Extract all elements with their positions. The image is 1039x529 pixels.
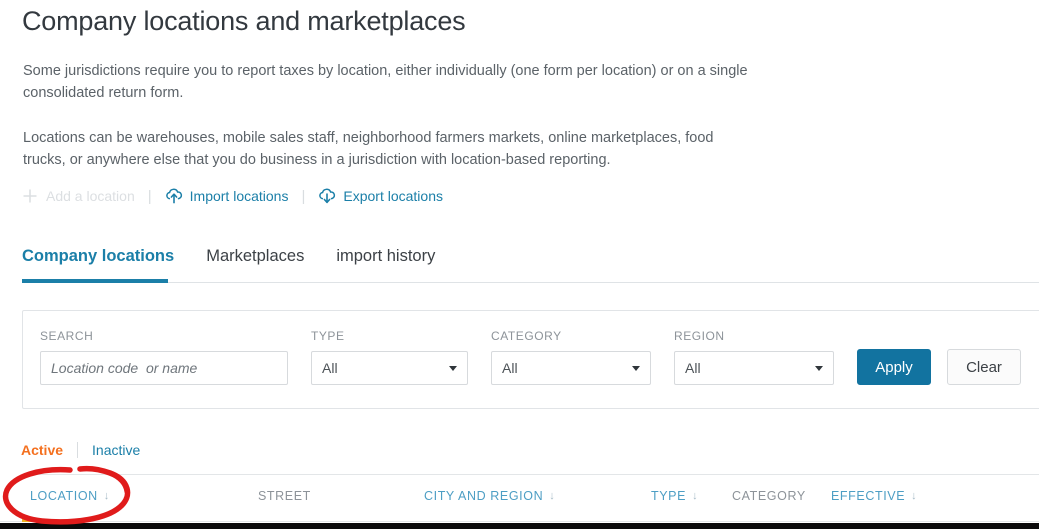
intro-paragraph-1: Some jurisdictions require you to report… xyxy=(23,63,748,101)
region-select-value: All xyxy=(685,360,701,376)
tab-bar: Company locations Marketplaces import hi… xyxy=(22,238,1039,283)
add-a-location-label: Add a location xyxy=(46,188,135,204)
action-links: Add a location | Import locations | Expo… xyxy=(21,185,443,207)
type-field: TYPE All xyxy=(311,329,468,385)
table-header-row: LOCATION ↓ STREET CITY AND REGION ↓ TYPE… xyxy=(0,475,1039,522)
sort-descending-icon: ↓ xyxy=(549,489,556,502)
type-select-value: All xyxy=(322,360,338,376)
search-field: SEARCH xyxy=(40,329,288,385)
apply-button[interactable]: Apply xyxy=(857,349,931,385)
column-header-type-label: TYPE xyxy=(651,489,687,503)
add-a-location-button[interactable]: Add a location xyxy=(21,187,135,205)
status-filter-inactive[interactable]: Inactive xyxy=(92,442,140,458)
chevron-down-icon xyxy=(632,366,640,371)
export-locations-label: Export locations xyxy=(343,188,443,204)
region-label: REGION xyxy=(674,329,725,343)
column-header-city-and-region-label: CITY AND REGION xyxy=(424,489,544,503)
action-divider-1: | xyxy=(147,187,152,205)
type-label: TYPE xyxy=(311,329,345,343)
column-header-type[interactable]: TYPE ↓ xyxy=(651,489,698,503)
type-select[interactable]: All xyxy=(311,351,468,385)
sort-descending-icon: ↓ xyxy=(692,489,699,502)
locations-page: Company locations and marketplaces Some … xyxy=(0,0,1039,529)
table-header-divider xyxy=(0,521,1039,522)
tab-import-history[interactable]: import history xyxy=(336,247,435,268)
filter-buttons: Apply Clear xyxy=(857,349,1021,385)
column-header-category-label: CATEGORY xyxy=(732,489,806,503)
column-header-city-and-region[interactable]: CITY AND REGION ↓ xyxy=(424,489,555,503)
tab-marketplaces[interactable]: Marketplaces xyxy=(206,247,304,268)
chevron-down-icon xyxy=(449,366,457,371)
action-divider-2: | xyxy=(301,187,306,205)
cloud-download-icon xyxy=(318,187,336,205)
column-header-effective-label: EFFECTIVE xyxy=(831,489,906,503)
category-label: CATEGORY xyxy=(491,329,562,343)
import-locations-button[interactable]: Import locations xyxy=(165,187,289,205)
tab-underline xyxy=(22,282,1039,283)
region-field: REGION All xyxy=(674,329,834,385)
viewport-bottom-bar xyxy=(0,523,1039,529)
status-filter-divider xyxy=(77,442,79,458)
tab-company-locations[interactable]: Company locations xyxy=(22,247,174,268)
region-select[interactable]: All xyxy=(674,351,834,385)
export-locations-button[interactable]: Export locations xyxy=(318,187,443,205)
sort-descending-icon: ↓ xyxy=(911,489,918,502)
status-filter-toggle: Active Inactive xyxy=(21,442,140,458)
category-field: CATEGORY All xyxy=(491,329,651,385)
chevron-down-icon xyxy=(815,366,823,371)
column-header-effective[interactable]: EFFECTIVE ↓ xyxy=(831,489,917,503)
filter-panel: SEARCH TYPE All CATEGORY All REGION xyxy=(22,310,1039,409)
search-label: SEARCH xyxy=(40,329,94,343)
cloud-upload-icon xyxy=(165,187,183,205)
plus-icon xyxy=(21,187,39,205)
column-header-category: CATEGORY xyxy=(732,489,806,503)
status-filter-active[interactable]: Active xyxy=(21,442,63,458)
category-select-value: All xyxy=(502,360,518,376)
import-locations-label: Import locations xyxy=(189,188,289,204)
tab-active-indicator xyxy=(22,279,168,283)
column-header-street-label: STREET xyxy=(258,489,311,503)
sort-descending-icon: ↓ xyxy=(103,489,110,502)
filter-fields: SEARCH TYPE All CATEGORY All REGION xyxy=(23,311,1039,385)
column-header-location-label: LOCATION xyxy=(30,489,98,503)
intro-paragraph-2: Locations can be warehouses, mobile sale… xyxy=(23,130,714,168)
clear-button[interactable]: Clear xyxy=(947,349,1021,385)
column-header-street: STREET xyxy=(258,489,311,503)
column-header-location[interactable]: LOCATION ↓ xyxy=(30,489,110,503)
page-title: Company locations and marketplaces xyxy=(22,6,466,36)
row-status-accent xyxy=(22,519,33,522)
search-input[interactable] xyxy=(40,351,288,385)
category-select[interactable]: All xyxy=(491,351,651,385)
